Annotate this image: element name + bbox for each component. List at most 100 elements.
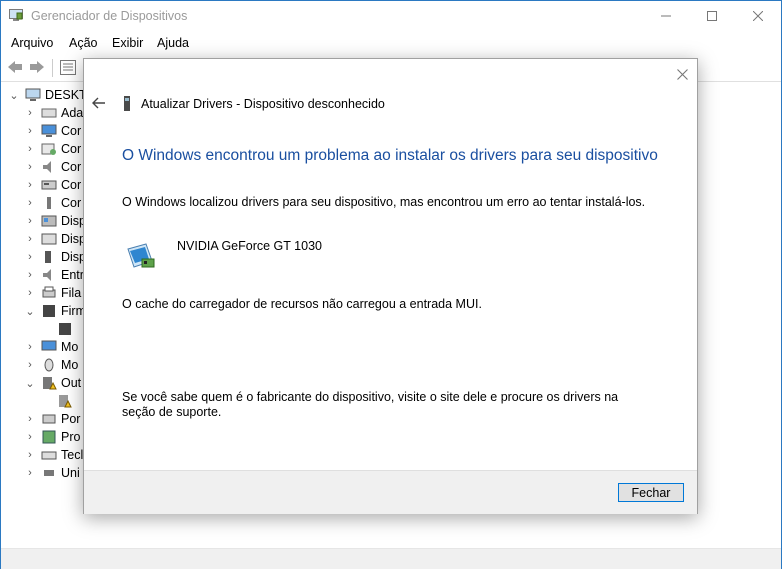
tree-item-label: Mo — [61, 358, 79, 372]
help-text: Se você sabe quem é o fabricante do disp… — [122, 390, 619, 419]
tree-item[interactable]: › Mo — [25, 356, 78, 374]
tree-item[interactable]: › Cor — [25, 122, 81, 140]
chevron-down-icon[interactable]: ⌄ — [25, 377, 35, 390]
chevron-right-icon[interactable]: › — [25, 179, 35, 191]
tree-item-label: Cor — [61, 160, 82, 174]
chevron-right-icon[interactable]: › — [25, 107, 35, 119]
firmware-chip-icon — [59, 323, 71, 335]
minimize-icon — [661, 15, 671, 17]
tree-item[interactable]: › Disp — [25, 212, 86, 230]
tree-item[interactable]: ⌄ Firm — [25, 302, 86, 320]
tree-item[interactable]: › Cor — [25, 140, 81, 158]
tree-item[interactable]: ⌄ Out — [25, 374, 81, 392]
device-icon — [45, 251, 51, 263]
device-icon — [124, 96, 130, 111]
menu-action[interactable]: Ação — [69, 36, 98, 50]
tree-item-label: Cor — [61, 124, 82, 138]
chevron-right-icon[interactable]: › — [25, 431, 35, 443]
status-bar — [1, 548, 781, 569]
chevron-right-icon[interactable]: › — [25, 161, 35, 173]
chevron-right-icon[interactable]: › — [25, 467, 35, 479]
audio-icon — [41, 108, 57, 118]
back-arrow-icon[interactable] — [91, 95, 107, 111]
maximize-button[interactable] — [689, 1, 735, 31]
tree-item[interactable]: › Mo — [25, 338, 78, 356]
tree-item-label: Out — [61, 376, 82, 390]
display-adapter-icon — [41, 215, 57, 227]
mouse-icon — [44, 358, 54, 372]
window-title: Gerenciador de Dispositivos — [31, 9, 188, 23]
tree-item[interactable]: › Cor — [25, 158, 81, 176]
unknown-device-icon — [59, 395, 72, 408]
chevron-right-icon[interactable]: › — [25, 449, 35, 461]
menu-help[interactable]: Ajuda — [157, 36, 189, 50]
fechar-button[interactable]: Fechar — [618, 483, 684, 502]
chevron-right-icon[interactable]: › — [25, 143, 35, 155]
keyboard-icon — [41, 451, 57, 460]
other-devices-icon — [43, 377, 57, 390]
close-window-button[interactable] — [735, 1, 781, 31]
tree-item[interactable]: › Cor — [25, 176, 81, 194]
chevron-right-icon[interactable]: › — [25, 269, 35, 281]
tree-item[interactable]: › Ada — [25, 104, 83, 122]
update-drivers-dialog: Atualizar Drivers - Dispositivo desconhe… — [83, 58, 698, 514]
minimize-button[interactable] — [643, 1, 689, 31]
tree-item[interactable] — [41, 320, 77, 338]
tree-item[interactable]: › Por — [25, 410, 80, 428]
tree-item-label: Cor — [61, 178, 82, 192]
usb-controller-icon — [44, 470, 54, 476]
forward-icon[interactable] — [29, 60, 45, 74]
close-icon — [676, 69, 688, 80]
close-icon — [753, 11, 763, 21]
tree-item-label: Uni — [61, 466, 80, 480]
menu-view[interactable]: Exibir — [112, 36, 143, 50]
chevron-right-icon[interactable]: › — [25, 359, 35, 371]
tree-item-label: Tecl — [61, 448, 84, 462]
chevron-right-icon[interactable]: › — [25, 197, 35, 209]
firmware-icon — [43, 305, 55, 317]
tree-item[interactable] — [41, 392, 77, 410]
chevron-right-icon[interactable]: › — [25, 287, 35, 299]
tree-item[interactable]: › Disp — [25, 248, 86, 266]
chevron-right-icon[interactable]: › — [25, 233, 35, 245]
menu-bar: Arquivo Ação Exibir Ajuda — [1, 32, 781, 54]
vertical-scrollbar[interactable] — [774, 83, 781, 548]
back-icon[interactable] — [7, 60, 23, 74]
dialog-footer: Fechar — [84, 470, 697, 514]
tree-item-label: Fila — [61, 286, 82, 300]
tree-item-label: Mo — [61, 340, 79, 354]
main-instruction: O Windows encontrou um problema ao insta… — [122, 147, 658, 164]
tree-item[interactable]: › Entr — [25, 266, 84, 284]
chevron-right-icon[interactable]: › — [25, 341, 35, 353]
monitor-icon — [41, 340, 57, 351]
title-bar[interactable]: Gerenciador de Dispositivos — [1, 1, 781, 32]
device-manager-icon — [9, 9, 23, 21]
chevron-right-icon[interactable]: › — [25, 413, 35, 425]
disk-icon — [41, 180, 57, 190]
chevron-down-icon[interactable]: ⌄ — [25, 305, 35, 318]
dialog-header: Atualizar Drivers - Dispositivo desconhe… — [141, 97, 385, 111]
chevron-right-icon[interactable]: › — [25, 125, 35, 137]
chevron-down-icon[interactable]: ⌄ — [9, 89, 19, 102]
toolbar-separator — [52, 59, 53, 77]
port-icon — [42, 414, 56, 424]
monitor-icon — [41, 124, 57, 137]
computer-icon — [25, 88, 41, 101]
tree-item-label: Por — [61, 412, 81, 426]
chevron-right-icon[interactable]: › — [25, 251, 35, 263]
tree-item[interactable]: › Uni — [25, 464, 80, 482]
speaker-icon — [43, 161, 51, 173]
tree-item-label: Ada — [61, 106, 84, 120]
tree-item[interactable]: › Fila — [25, 284, 81, 302]
tree-item[interactable]: › Cor — [25, 194, 81, 212]
tree-item[interactable]: › Tecl — [25, 446, 83, 464]
tree-item-label: Pro — [61, 430, 81, 444]
chevron-right-icon[interactable]: › — [25, 215, 35, 227]
tree-item-label: Entr — [61, 268, 84, 282]
menu-file[interactable]: Arquivo — [11, 36, 53, 50]
tree-item[interactable]: › Pro — [25, 428, 80, 446]
tree-item[interactable]: › Disp — [25, 230, 86, 248]
audio-input-icon — [43, 269, 51, 281]
properties-icon[interactable] — [60, 60, 76, 75]
dialog-close-button[interactable] — [673, 67, 691, 85]
